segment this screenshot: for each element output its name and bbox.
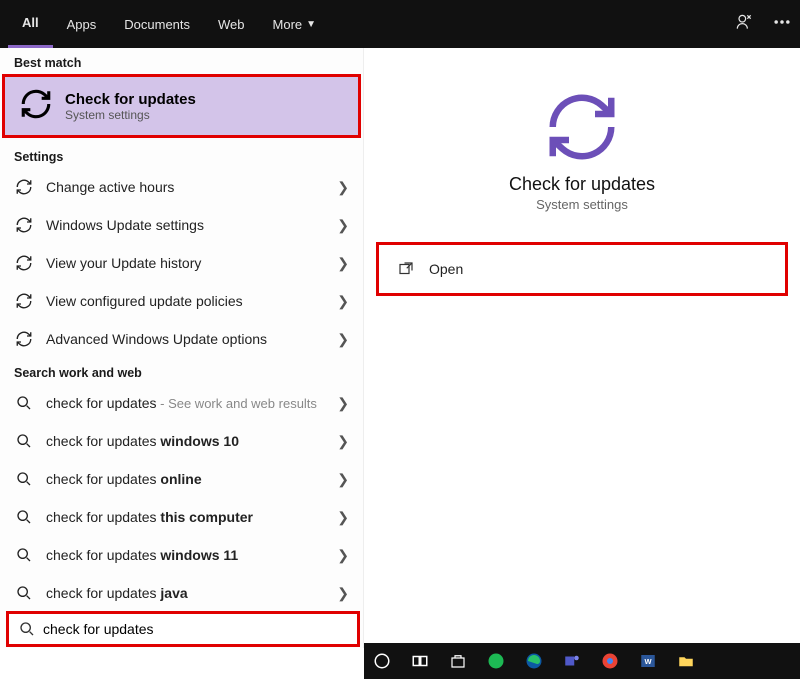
web-suggestion-item[interactable]: check for updates windows 10 ❯: [0, 422, 363, 460]
search-results-list: Best match Check for updates System sett…: [0, 48, 364, 648]
chevron-right-icon: ❯: [337, 547, 349, 564]
spotify-icon[interactable]: [484, 649, 508, 673]
refresh-icon: [14, 330, 34, 348]
web-suggestion-label: check for updates windows 10: [46, 433, 239, 449]
chrome-icon[interactable]: [598, 649, 622, 673]
section-web: Search work and web: [0, 358, 363, 384]
search-icon: [19, 621, 35, 637]
tab-documents[interactable]: Documents: [110, 0, 204, 48]
store-icon[interactable]: [446, 649, 470, 673]
feedback-icon[interactable]: [734, 12, 754, 37]
open-label: Open: [429, 261, 463, 277]
chevron-right-icon: ❯: [337, 471, 349, 488]
tab-more[interactable]: More▼: [259, 0, 331, 48]
web-suggestion-label: check for updates this computer: [46, 509, 253, 525]
web-suggestion-label: check for updates java: [46, 585, 188, 601]
web-suggestion-item[interactable]: check for updates - See work and web res…: [0, 384, 363, 422]
best-match-title: Check for updates: [65, 91, 196, 108]
web-suggestion-item[interactable]: check for updates this computer ❯: [0, 498, 363, 536]
result-preview-pane: Check for updates System settings Open: [364, 48, 800, 648]
chevron-right-icon: ❯: [337, 585, 349, 602]
edge-icon[interactable]: [522, 649, 546, 673]
open-button[interactable]: Open: [376, 242, 788, 296]
settings-item-label: View configured update policies: [46, 293, 243, 309]
section-best-match: Best match: [0, 48, 363, 74]
chevron-right-icon: ❯: [337, 179, 349, 196]
search-scope-tabs: All Apps Documents Web More▼: [0, 0, 800, 48]
search-icon: [14, 433, 34, 449]
section-settings: Settings: [0, 142, 363, 168]
search-icon: [14, 585, 34, 601]
task-view-icon[interactable]: [408, 649, 432, 673]
search-icon: [14, 395, 34, 411]
update-icon: [19, 87, 53, 126]
chevron-right-icon: ❯: [337, 433, 349, 450]
web-suggestion-label: check for updates - See work and web res…: [46, 395, 317, 411]
settings-item[interactable]: View your Update history ❯: [0, 244, 363, 282]
web-suggestion-item[interactable]: check for updates online ❯: [0, 460, 363, 498]
tab-apps[interactable]: Apps: [53, 0, 111, 48]
settings-item-label: View your Update history: [46, 255, 201, 271]
explorer-icon[interactable]: [674, 649, 698, 673]
settings-item[interactable]: Windows Update settings ❯: [0, 206, 363, 244]
refresh-icon: [14, 292, 34, 310]
chevron-right-icon: ❯: [337, 509, 349, 526]
preview-title: Check for updates: [364, 174, 800, 195]
taskbar: W: [364, 643, 800, 679]
web-suggestion-item[interactable]: check for updates windows 11 ❯: [0, 536, 363, 574]
search-input[interactable]: [43, 621, 347, 637]
preview-update-icon: [364, 88, 800, 166]
web-suggestion-label: check for updates online: [46, 471, 202, 487]
best-match-subtitle: System settings: [65, 108, 196, 122]
settings-item-label: Advanced Windows Update options: [46, 331, 267, 347]
preview-subtitle: System settings: [364, 197, 800, 212]
tab-web[interactable]: Web: [204, 0, 259, 48]
search-input-container[interactable]: [6, 611, 360, 647]
svg-text:W: W: [644, 657, 652, 666]
chevron-right-icon: ❯: [337, 395, 349, 412]
search-icon: [14, 509, 34, 525]
refresh-icon: [14, 216, 34, 234]
settings-item[interactable]: View configured update policies ❯: [0, 282, 363, 320]
word-icon[interactable]: W: [636, 649, 660, 673]
settings-item[interactable]: Advanced Windows Update options ❯: [0, 320, 363, 358]
refresh-icon: [14, 178, 34, 196]
chevron-right-icon: ❯: [337, 217, 349, 234]
more-icon[interactable]: [772, 12, 792, 37]
search-icon: [14, 547, 34, 563]
web-suggestion-label: check for updates windows 11: [46, 547, 238, 563]
chevron-right-icon: ❯: [337, 255, 349, 272]
search-icon: [14, 471, 34, 487]
chevron-right-icon: ❯: [337, 331, 349, 348]
settings-item-label: Change active hours: [46, 179, 174, 195]
settings-item[interactable]: Change active hours ❯: [0, 168, 363, 206]
settings-item-label: Windows Update settings: [46, 217, 204, 233]
teams-icon[interactable]: [560, 649, 584, 673]
chevron-right-icon: ❯: [337, 293, 349, 310]
tab-all[interactable]: All: [8, 0, 53, 48]
refresh-icon: [14, 254, 34, 272]
cortana-icon[interactable]: [370, 649, 394, 673]
best-match-item[interactable]: Check for updates System settings: [2, 74, 361, 138]
